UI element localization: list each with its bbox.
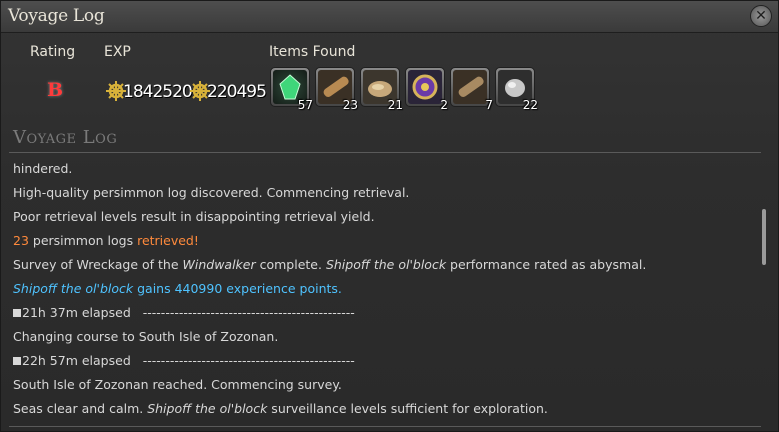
log-text: persimmon logs [28,233,138,248]
items-found-list: 57 23 21 2 7 22 [270,67,538,112]
log-line: Shipoff the ol'block gains 440990 experi… [13,277,753,301]
log-elapsed: 22h 57m elapsed [22,353,131,368]
rating-label: Rating [30,44,76,60]
log-line: 23 persimmon logs retrieved! [13,229,753,253]
log-line: Poor retrieval levels result in disappoi… [13,209,375,224]
log-line: Survey of Wreckage of the Windwalker com… [13,253,753,277]
item-slot[interactable]: 57 [270,67,313,112]
close-icon[interactable]: ✕ [750,5,772,27]
log-highlight: retrieved! [137,233,199,248]
ore-icon [368,81,392,97]
log-line: 22h 57m elapsed -------------------------… [13,349,753,373]
log-line: South Isle of Zozonan reached. Commencin… [13,377,342,392]
log-text: performance rated as abysmal. [446,257,647,272]
log-icon [458,76,484,97]
exp-total: 1842520 [105,80,193,102]
item-slot[interactable]: 23 [315,67,358,112]
items-found-label: Items Found [269,44,356,60]
log-sub-name: Shipoff the ol'block [147,401,268,416]
exp-gained: 220495 [189,80,267,102]
scrollbar[interactable] [762,209,766,265]
exp-label: EXP [104,44,131,60]
item-slot[interactable]: 2 [405,67,448,112]
item-quantity: 2 [440,98,448,112]
exp-gained-value: 220495 [207,82,267,102]
log-separator: ----------------------------------------… [142,353,355,368]
log-number: 23 [13,233,29,248]
item-quantity: 22 [522,98,538,112]
log-text: Seas clear and calm. [13,401,148,416]
title-bar[interactable]: Voyage Log ✕ [1,1,778,33]
divider [9,152,761,153]
log-text: surveillance levels sufficient for explo… [267,401,548,416]
item-quantity: 7 [485,98,493,112]
log-text: complete. [255,257,326,272]
log-line: hindered. [13,161,73,176]
item-slot[interactable]: 21 [360,67,403,112]
purple-orb-icon [412,74,438,100]
log-line: High-quality persimmon log discovered. C… [13,185,410,200]
log-elapsed: 21h 37m elapsed [22,305,131,320]
rock-icon [505,79,525,97]
item-slot[interactable]: 22 [495,67,538,112]
window-title: Voyage Log [8,6,105,26]
exp-total-value: 1842520 [123,82,193,102]
log-ship-name: Windwalker [182,257,256,272]
voyage-log-heading: Voyage Log [13,127,118,148]
item-quantity: 57 [297,98,313,112]
log-separator: ----------------------------------------… [142,305,355,320]
item-quantity: 23 [342,98,358,112]
rating-value: B [47,79,64,101]
divider [9,426,761,427]
log-line: 21h 37m elapsed -------------------------… [13,301,753,325]
log-line: Seas clear and calm. Shipoff the ol'bloc… [13,397,753,421]
log-line: Changing course to South Isle of Zozonan… [13,329,279,344]
square-bullet-icon [13,309,21,317]
log-sub-name: Shipoff the ol'block [13,281,134,296]
log-text: gains 440990 experience points. [133,281,342,296]
square-bullet-icon [13,357,21,365]
log-text: Survey of Wreckage of the [13,257,183,272]
log-sub-name: Shipoff the ol'block [325,257,447,272]
item-quantity: 21 [387,98,403,112]
voyage-log-window: Voyage Log ✕ Rating EXP Items Found B 18… [0,0,779,432]
voyage-log-list: hindered. High-quality persimmon log dis… [13,157,753,423]
green-crystal-icon [279,74,301,100]
item-slot[interactable]: 7 [450,67,493,112]
